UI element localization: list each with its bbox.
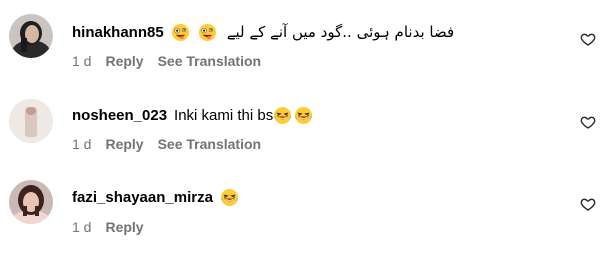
reply-button[interactable]: Reply — [105, 136, 143, 152]
zany-face-emoji — [198, 23, 217, 42]
comment-username[interactable]: nosheen_023 — [72, 107, 167, 124]
zany-face-emoji — [171, 23, 190, 42]
avatar[interactable] — [9, 14, 53, 58]
avatar-image — [9, 14, 53, 58]
avatar[interactable] — [9, 180, 53, 224]
comment-time: 1 d — [72, 53, 92, 69]
comment-actions: 1 d Reply See Translation — [72, 135, 275, 153]
comment-item: fazi_shayaan_mirza 1 d Reply — [0, 166, 602, 248]
heart-outline-icon[interactable] — [580, 196, 596, 212]
avatar[interactable] — [9, 99, 53, 143]
avatar-image — [9, 180, 53, 224]
heart-outline-icon[interactable] — [580, 114, 596, 130]
comment-actions: 1 d Reply — [72, 218, 158, 236]
see-translation-button[interactable]: See Translation — [158, 136, 261, 152]
comment-username[interactable]: hinakhann85 — [72, 24, 164, 41]
see-translation-button[interactable]: See Translation — [158, 53, 261, 69]
comment-text: فضا بدنام ہوئی ..گود میں آنے کے لیے — [226, 23, 455, 41]
comment-time: 1 d — [72, 219, 92, 235]
laughing-face-emoji — [294, 106, 313, 125]
comment-time: 1 d — [72, 136, 92, 152]
comment-header: nosheen_023 Inki kami thi bs — [72, 103, 313, 127]
comment-item: nosheen_023 Inki kami thi bs 1 d Reply S… — [0, 83, 602, 165]
comment-header: fazi_shayaan_mirza — [72, 185, 239, 209]
comment-item: hinakhann85 فضا بدنام ہوئی ..گود میں آنے… — [0, 0, 602, 82]
avatar-image — [9, 99, 53, 143]
heart-outline-icon[interactable] — [580, 31, 596, 47]
laughing-face-emoji — [273, 106, 292, 125]
reply-button[interactable]: Reply — [105, 219, 143, 235]
comment-text: Inki kami thi bs — [174, 106, 274, 124]
comment-username[interactable]: fazi_shayaan_mirza — [72, 189, 213, 206]
comment-actions: 1 d Reply See Translation — [72, 52, 275, 70]
comment-header: hinakhann85 فضا بدنام ہوئی ..گود میں آنے… — [72, 20, 454, 44]
laughing-face-emoji — [220, 188, 239, 207]
reply-button[interactable]: Reply — [105, 53, 143, 69]
